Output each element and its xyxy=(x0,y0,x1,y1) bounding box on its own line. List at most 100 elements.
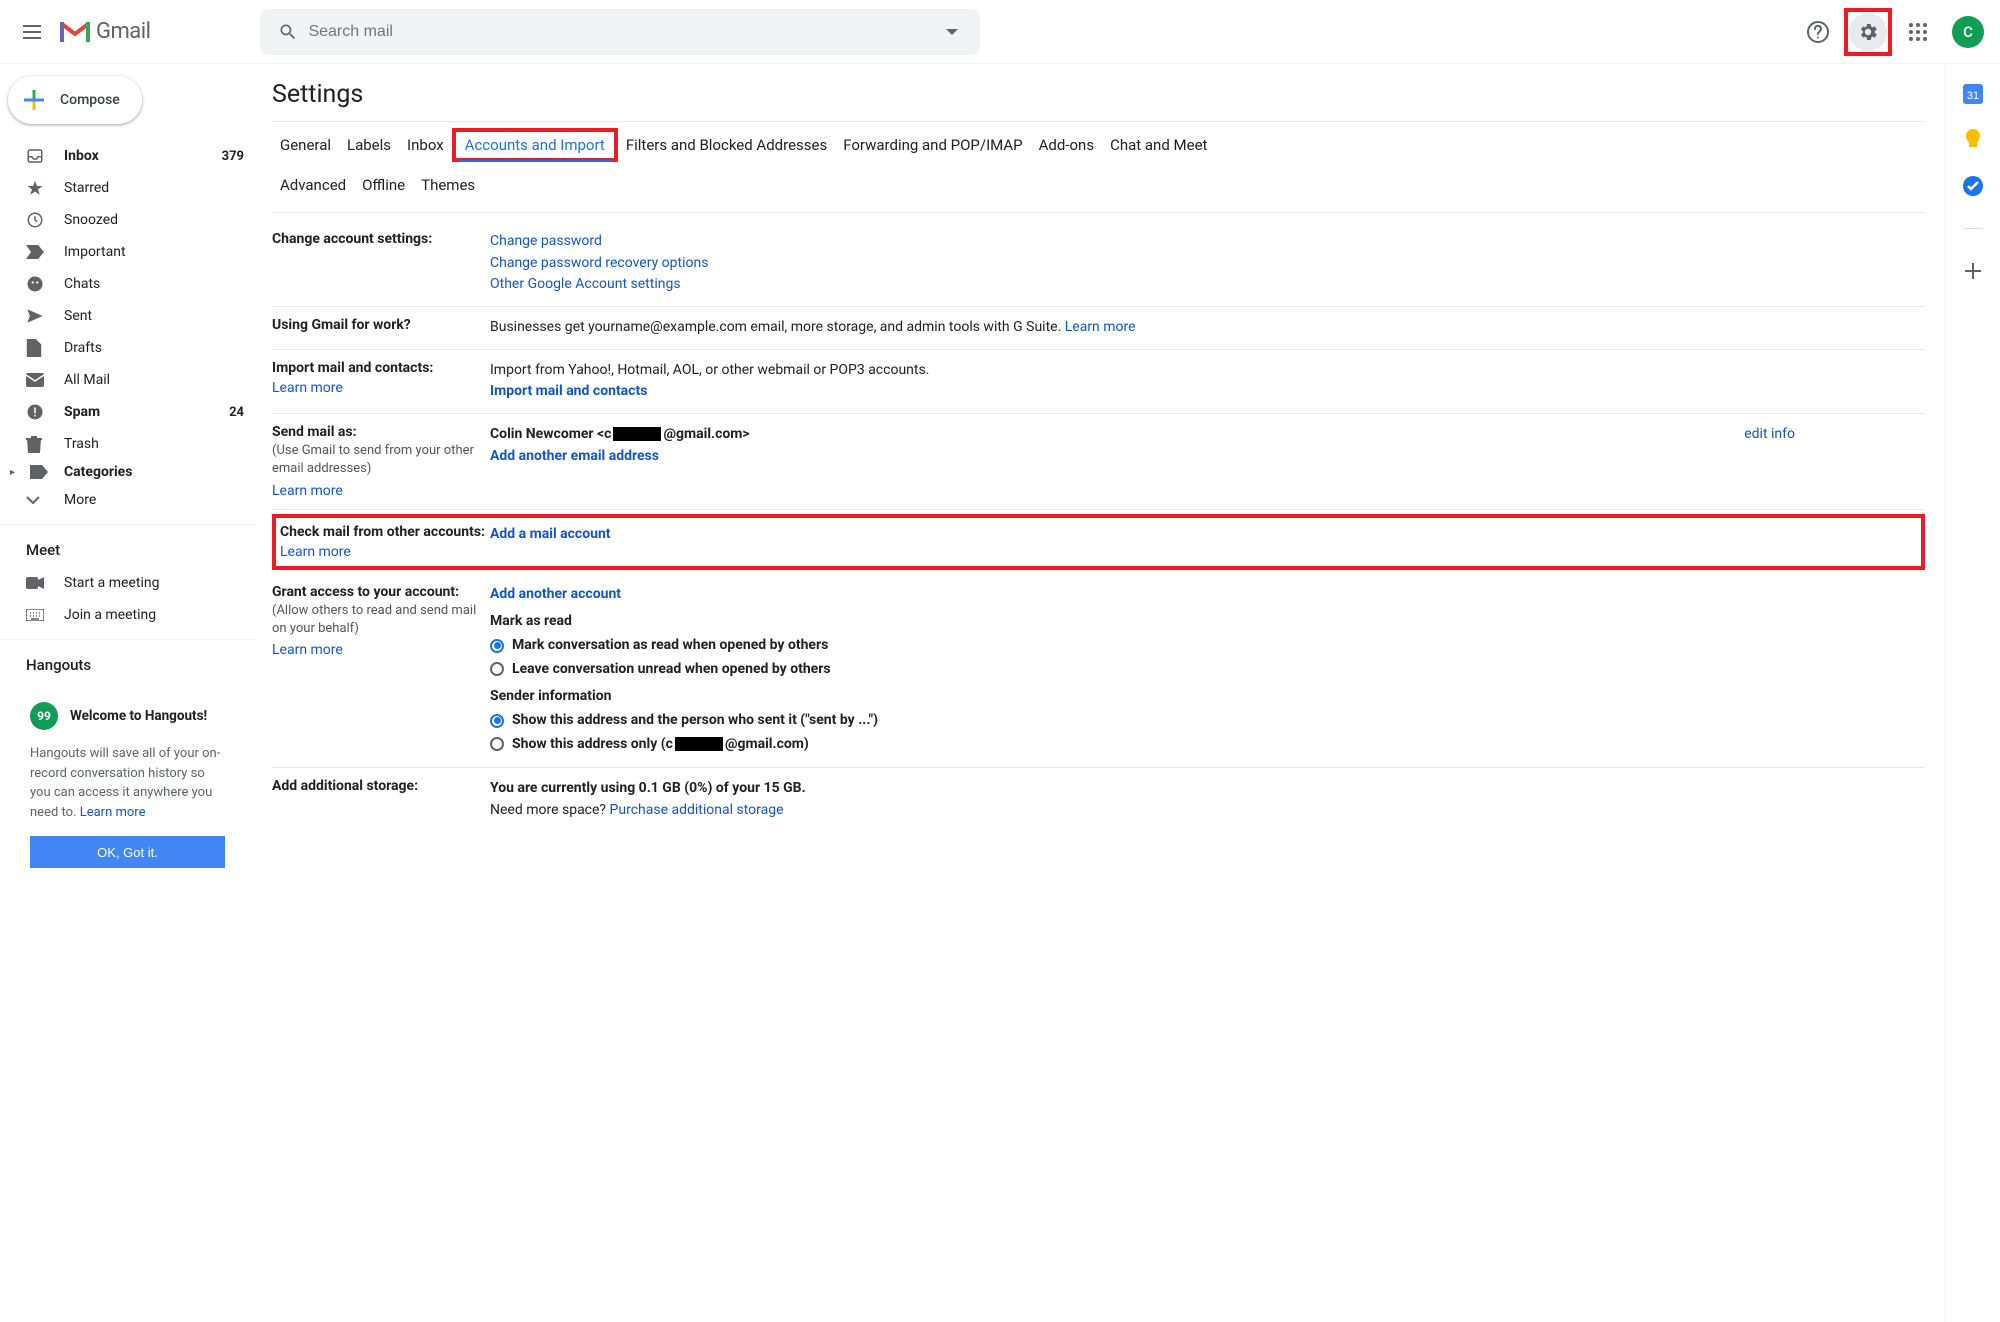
add-another-account-link[interactable]: Add another account xyxy=(490,586,621,602)
start-meeting-button[interactable]: Start a meeting xyxy=(0,567,256,599)
caret-right-icon: ▸ xyxy=(10,467,22,478)
gsuite-learn-more-link[interactable]: Learn more xyxy=(1065,319,1136,335)
clock-icon xyxy=(26,211,46,229)
tab-themes[interactable]: Themes xyxy=(413,168,483,202)
keep-icon xyxy=(1964,129,1982,151)
settings-button-highlight xyxy=(1844,8,1892,56)
sidebar: Compose Inbox 379 Starred Snoozed Import… xyxy=(0,64,256,1322)
hangouts-promo: 99 Welcome to Hangouts! Hangouts will sa… xyxy=(30,702,226,868)
tasks-addon-button[interactable] xyxy=(1963,176,1983,196)
drafts-icon xyxy=(26,339,46,357)
main-content: Settings General Labels Inbox Accounts a… xyxy=(256,64,1946,1322)
tab-labels[interactable]: Labels xyxy=(339,128,399,162)
sidebar-item-snoozed[interactable]: Snoozed xyxy=(0,204,256,236)
sidebar-item-drafts[interactable]: Drafts xyxy=(0,332,256,364)
other-settings-link[interactable]: Other Google Account settings xyxy=(490,276,681,292)
calendar-icon: 31 xyxy=(1963,84,1983,104)
grant-access-learn-more-link[interactable]: Learn more xyxy=(272,642,490,658)
video-icon xyxy=(26,576,46,590)
add-email-address-link[interactable]: Add another email address xyxy=(490,448,659,464)
calendar-addon-button[interactable]: 31 xyxy=(1963,84,1983,104)
chevron-down-icon xyxy=(26,496,46,504)
sidebar-item-starred[interactable]: Starred xyxy=(0,172,256,204)
account-avatar[interactable]: C xyxy=(1952,16,1984,48)
check-mail-learn-more-link[interactable]: Learn more xyxy=(280,544,490,560)
add-mail-account-link[interactable]: Add a mail account xyxy=(490,526,611,542)
support-button[interactable] xyxy=(1798,12,1838,52)
settings-button[interactable] xyxy=(1849,13,1887,51)
import-mail-contacts-link[interactable]: Import mail and contacts xyxy=(490,383,647,399)
keep-addon-button[interactable] xyxy=(1963,130,1983,150)
chats-icon xyxy=(26,275,46,293)
row-import-mail: Import mail and contacts: Learn more Imp… xyxy=(272,350,1925,414)
main-menu-button[interactable] xyxy=(8,8,56,56)
radio-icon xyxy=(490,639,504,653)
search-options-dropdown[interactable] xyxy=(932,26,972,38)
settings-tabs: General Labels Inbox Accounts and Import… xyxy=(272,121,1925,213)
tab-filters[interactable]: Filters and Blocked Addresses xyxy=(618,128,835,162)
tab-offline[interactable]: Offline xyxy=(354,168,413,202)
tasks-icon xyxy=(1963,176,1983,196)
page-title: Settings xyxy=(272,80,1925,109)
sidebar-item-chats[interactable]: Chats xyxy=(0,268,256,300)
gear-icon xyxy=(1857,21,1879,43)
hangouts-ok-button[interactable]: OK, Got it. xyxy=(30,836,225,868)
sidebar-item-sent[interactable]: Sent xyxy=(0,300,256,332)
redacted-text xyxy=(613,427,661,441)
change-password-link[interactable]: Change password xyxy=(490,233,602,249)
radio-icon xyxy=(490,662,504,676)
sidebar-item-categories[interactable]: ▸ Categories xyxy=(0,460,256,484)
search-box[interactable] xyxy=(260,9,980,55)
search-icon[interactable] xyxy=(268,22,308,42)
show-address-only-option[interactable]: Show this address only (c@gmail.com) xyxy=(490,734,1925,756)
side-panel: 31 xyxy=(1946,64,2000,1322)
help-icon xyxy=(1806,20,1830,44)
sidebar-item-more[interactable]: More xyxy=(0,484,256,516)
star-icon xyxy=(26,179,46,197)
import-learn-more-link[interactable]: Learn more xyxy=(272,380,490,396)
gmail-logo[interactable]: Gmail xyxy=(60,19,150,44)
row-change-account: Change account settings: Change password… xyxy=(272,221,1925,307)
sidebar-item-allmail[interactable]: All Mail xyxy=(0,364,256,396)
search-input[interactable] xyxy=(308,23,932,41)
google-apps-button[interactable] xyxy=(1898,12,1938,52)
sidebar-item-important[interactable]: Important xyxy=(0,236,256,268)
send-as-learn-more-link[interactable]: Learn more xyxy=(272,483,490,499)
tab-forwarding[interactable]: Forwarding and POP/IMAP xyxy=(835,128,1030,162)
header: Gmail C xyxy=(0,0,2000,64)
tab-addons[interactable]: Add-ons xyxy=(1031,128,1102,162)
hangouts-header: Hangouts xyxy=(0,639,256,682)
hangouts-learn-more-link[interactable]: Learn more xyxy=(80,805,146,820)
sidebar-item-inbox[interactable]: Inbox 379 xyxy=(0,140,256,172)
hamburger-icon xyxy=(23,25,41,39)
radio-icon xyxy=(490,714,504,728)
hangouts-icon: 99 xyxy=(30,702,58,730)
tab-chat-meet[interactable]: Chat and Meet xyxy=(1102,128,1215,162)
show-sent-by-option[interactable]: Show this address and the person who sen… xyxy=(490,710,1925,732)
nav-list: Inbox 379 Starred Snoozed Important Chat… xyxy=(0,140,256,516)
mark-read-option[interactable]: Mark conversation as read when opened by… xyxy=(490,635,1925,657)
trash-icon xyxy=(26,435,46,453)
purchase-storage-link[interactable]: Purchase additional storage xyxy=(610,802,784,818)
row-grant-access: Grant access to your account: (Allow oth… xyxy=(272,574,1925,769)
sidebar-item-spam[interactable]: Spam 24 xyxy=(0,396,256,428)
keyboard-icon xyxy=(26,609,46,621)
tab-general[interactable]: General xyxy=(272,128,339,162)
plus-icon xyxy=(18,84,50,116)
send-as-account: Colin Newcomer <c@gmail.com> xyxy=(490,424,750,446)
tab-inbox[interactable]: Inbox xyxy=(399,128,452,162)
sidebar-item-trash[interactable]: Trash xyxy=(0,428,256,460)
join-meeting-button[interactable]: Join a meeting xyxy=(0,599,256,631)
settings-table: Change account settings: Change password… xyxy=(272,221,1925,832)
tab-accounts-import[interactable]: Accounts and Import xyxy=(459,134,611,162)
spam-icon xyxy=(26,403,46,421)
plus-icon xyxy=(1965,263,1981,279)
compose-button[interactable]: Compose xyxy=(8,76,142,124)
tab-advanced[interactable]: Advanced xyxy=(272,168,354,202)
edit-info-link[interactable]: edit info xyxy=(1744,424,1925,446)
leave-unread-option[interactable]: Leave conversation unread when opened by… xyxy=(490,659,1925,681)
change-recovery-link[interactable]: Change password recovery options xyxy=(490,255,708,271)
row-gmail-work: Using Gmail for work? Businesses get you… xyxy=(272,307,1925,350)
get-addons-button[interactable] xyxy=(1963,261,1983,281)
row-check-mail-highlight: Check mail from other accounts: Learn mo… xyxy=(272,514,1925,570)
